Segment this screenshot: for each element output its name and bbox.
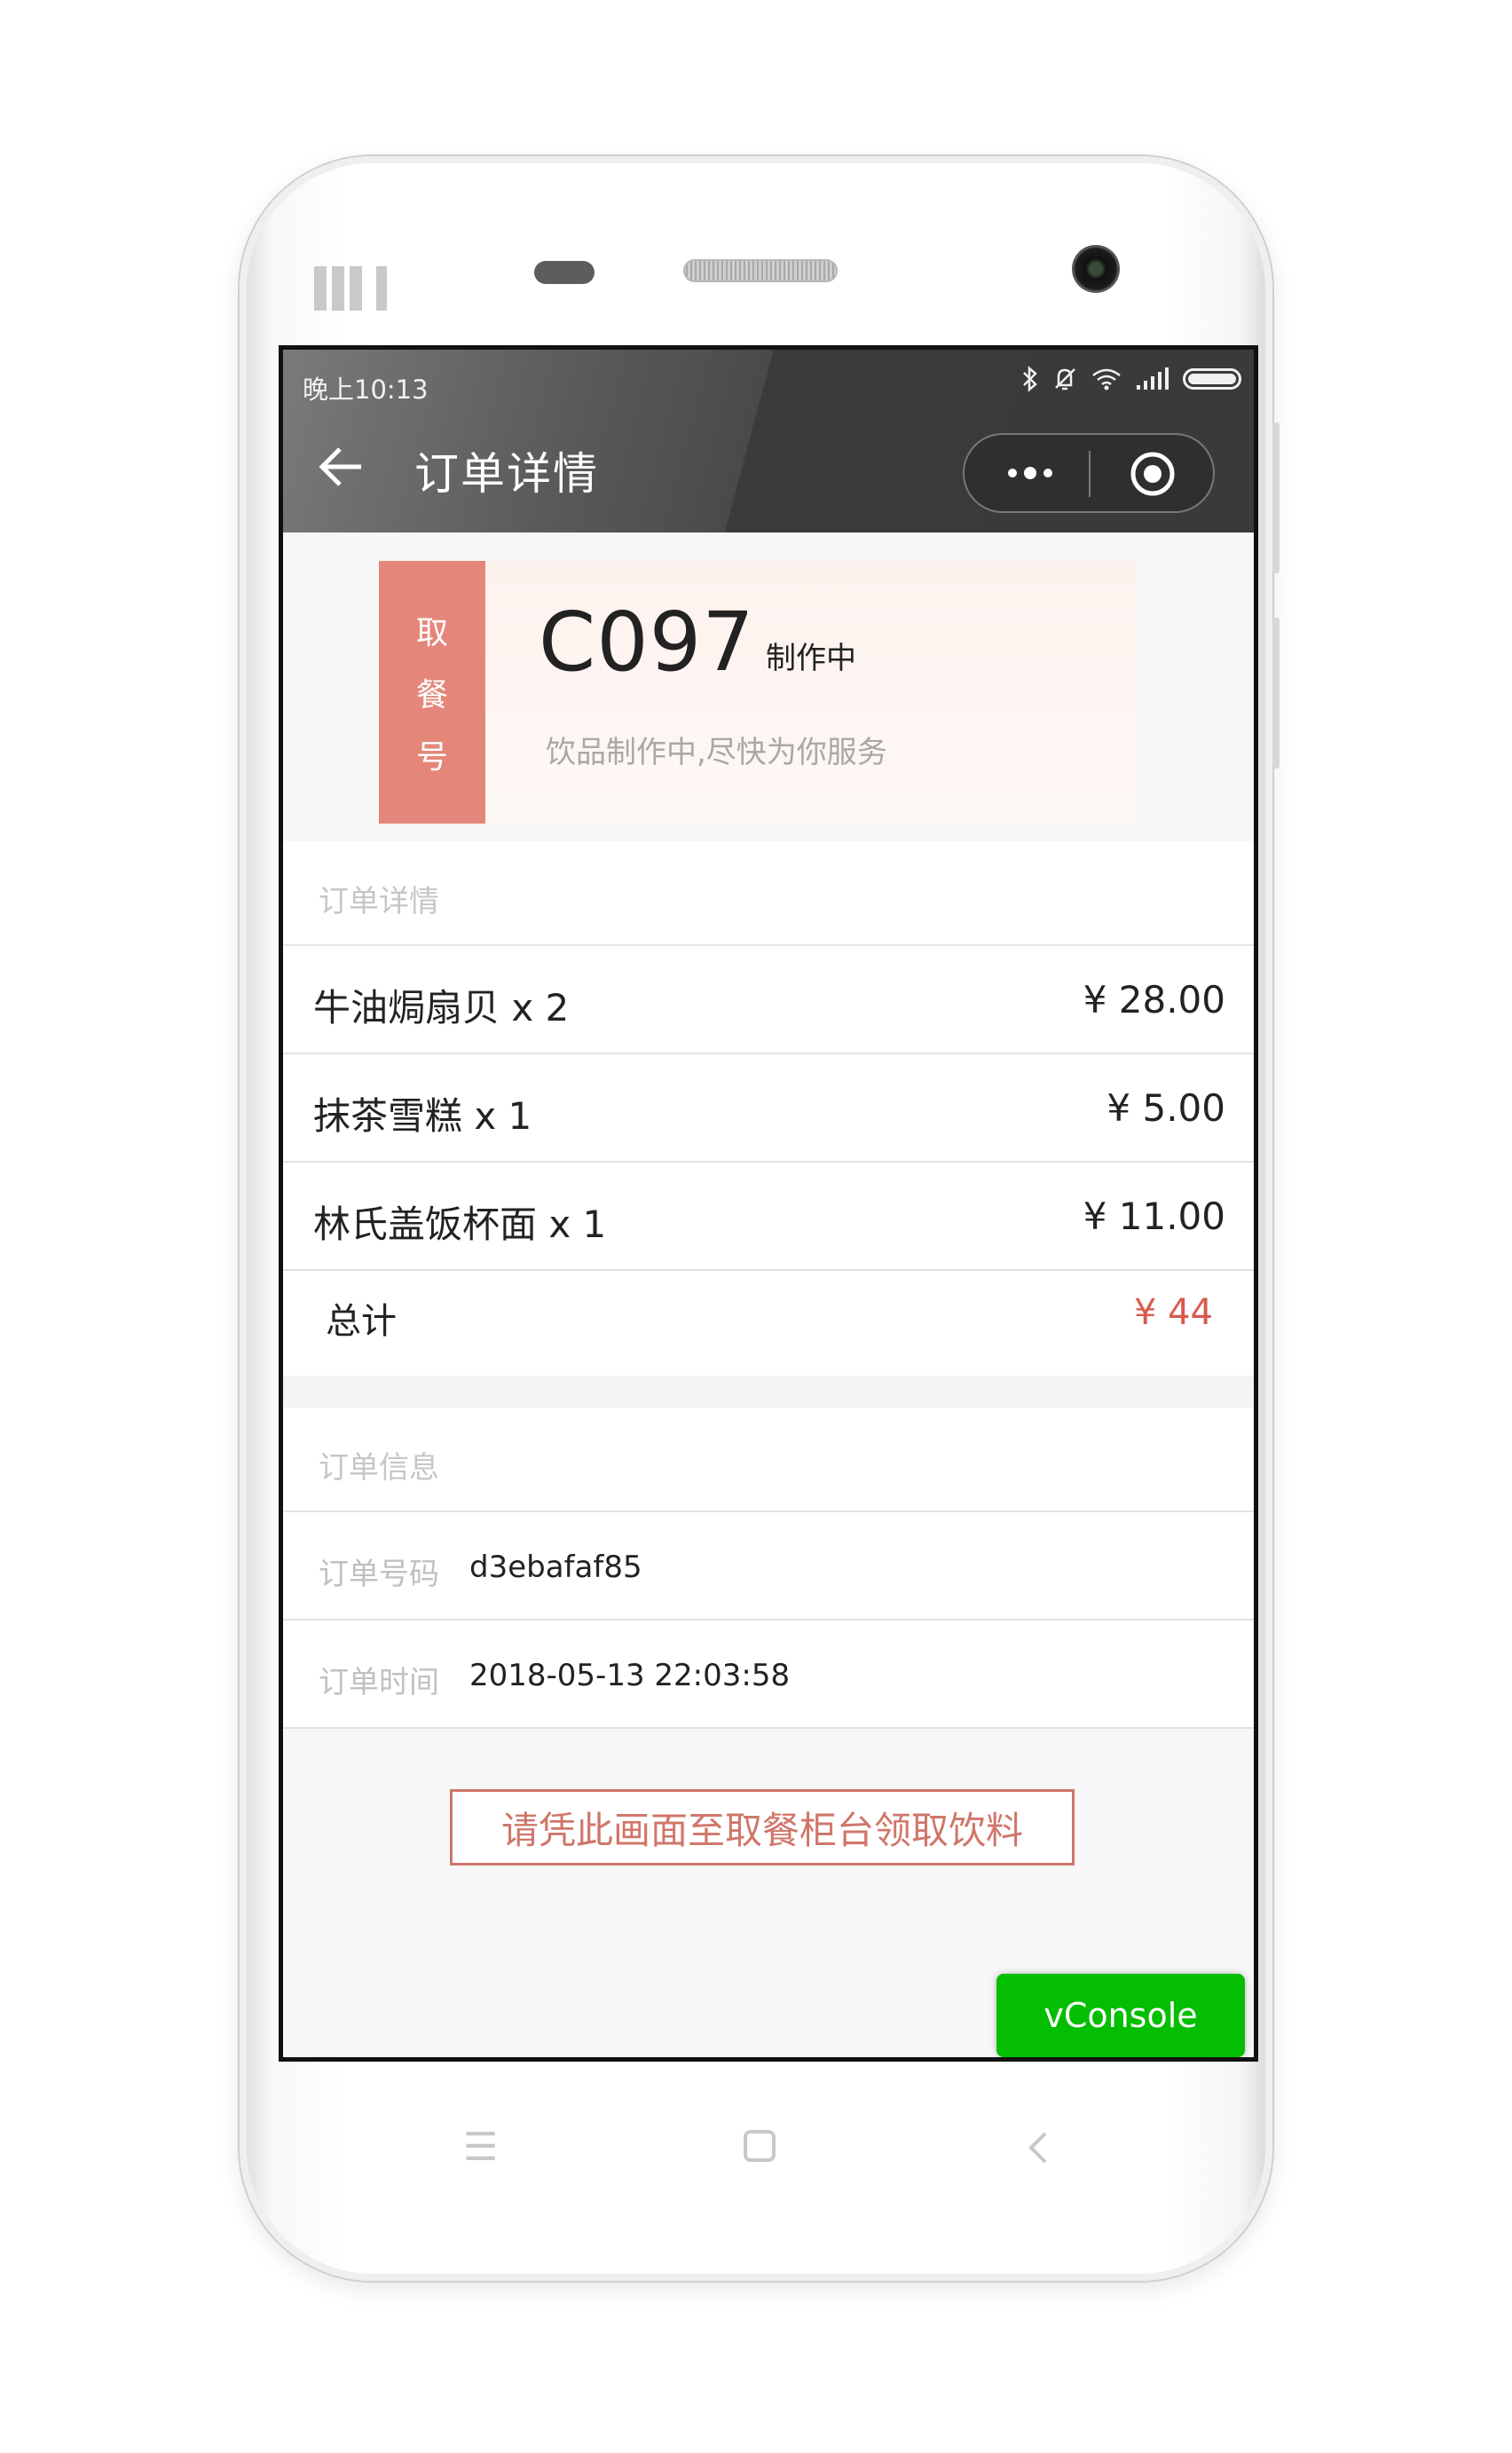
bell-muted-icon (1055, 368, 1075, 390)
page-title: 订单详情 (414, 448, 599, 500)
status-time: 晚上10:13 (303, 375, 429, 405)
volume-button (1272, 422, 1280, 573)
total-row: 总计 ¥ 44 (283, 1271, 1254, 1376)
wifi-icon (1092, 368, 1121, 390)
order-details-header: 订单详情 (283, 841, 1254, 946)
home-key-icon[interactable] (742, 2112, 777, 2206)
back-arrow-icon[interactable] (317, 442, 366, 492)
bluetooth-icon (1023, 366, 1037, 392)
capsule-divider (1089, 451, 1091, 497)
miniprogram-capsule (963, 433, 1215, 513)
hardware-nav-keys: ☰ (240, 2112, 1272, 2183)
pickup-tab-char: 取 (415, 615, 448, 651)
order-tip: 饮品制作中,尽快为你服务 (546, 735, 887, 770)
section-title: 订单详情 (319, 884, 439, 919)
order-item-row: 牛油焗扇贝 x 2 ¥ 28.00 (283, 946, 1254, 1054)
order-status: 制作中 (766, 641, 856, 676)
order-time-value: 2018-05-13 22:03:58 (469, 1658, 791, 1693)
order-number-value: d3ebafaf85 (469, 1550, 642, 1585)
pickup-card-area: 取 餐 号 C097 制作中 饮品制作中,尽快为你服务 (283, 532, 1254, 841)
item-name: 林氏盖饭杯面 x 1 (313, 1203, 607, 1246)
earpiece-speaker (683, 259, 838, 282)
pickup-tab: 取 餐 号 (379, 561, 485, 824)
order-time-label: 订单时间 (319, 1665, 439, 1700)
menu-key-icon[interactable]: ☰ (463, 2112, 498, 2183)
pickup-card: C097 制作中 饮品制作中,尽快为你服务 (485, 561, 1137, 824)
item-name: 牛油焗扇贝 x 2 (313, 986, 570, 1029)
pickup-tab-char: 号 (415, 739, 448, 776)
status-icons (1021, 366, 1241, 392)
mi-logo (314, 257, 394, 311)
pickup-tab-char: 餐 (415, 677, 448, 714)
target-circle-icon[interactable] (1130, 451, 1176, 497)
pickup-number: C097 (539, 595, 755, 690)
proximity-sensor (534, 261, 595, 284)
vconsole-button[interactable]: vConsole (996, 1974, 1245, 2057)
order-time-row: 订单时间 2018-05-13 22:03:58 (283, 1621, 1254, 1729)
item-price: ¥ 28.00 (1083, 978, 1225, 1021)
battery-icon (1183, 368, 1241, 390)
front-camera (1072, 245, 1120, 293)
order-number-row: 订单号码 d3ebafaf85 (283, 1512, 1254, 1621)
top-bar: 晚上10:13 订单详情 (283, 350, 1254, 532)
item-price: ¥ 5.00 (1106, 1086, 1225, 1130)
order-number-label: 订单号码 (319, 1557, 439, 1592)
total-label: 总计 (326, 1301, 397, 1342)
screen: 晚上10:13 订单详情 取 餐 号 C097 制作中 饮品制作中,尽快为你服务… (279, 345, 1258, 2062)
pickup-notice: 请凭此画面至取餐柜台领取饮料 (450, 1789, 1075, 1865)
total-value: ¥ 44 (1133, 1292, 1213, 1333)
item-name: 抹茶雪糕 x 1 (313, 1094, 532, 1138)
item-price: ¥ 11.00 (1083, 1195, 1225, 1238)
order-item-row: 抹茶雪糕 x 1 ¥ 5.00 (283, 1054, 1254, 1163)
order-info-header: 订单信息 (283, 1408, 1254, 1512)
more-dots-icon[interactable] (1000, 435, 1060, 511)
power-button (1272, 618, 1280, 769)
order-item-row: 林氏盖饭杯面 x 1 ¥ 11.00 (283, 1163, 1254, 1271)
section-title: 订单信息 (319, 1450, 439, 1486)
back-key-icon[interactable] (1020, 2112, 1056, 2206)
section-gap (283, 1376, 1254, 1408)
signal-icon (1137, 367, 1169, 390)
